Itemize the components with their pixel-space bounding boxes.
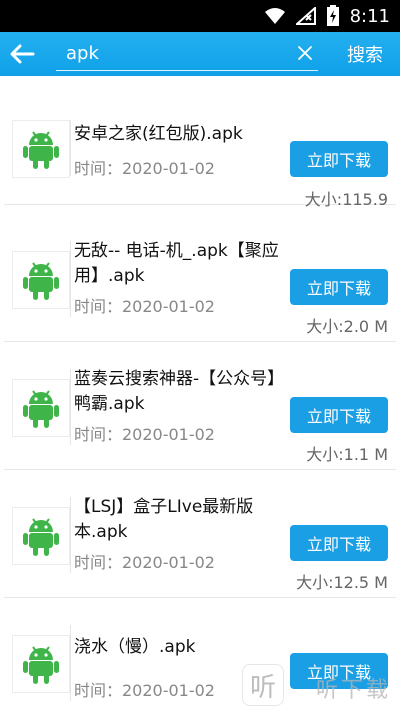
divider (70, 497, 71, 573)
back-button[interactable] (6, 38, 38, 70)
app-time: 时间：2020-01-02 (74, 425, 215, 444)
app-size: 大小:1.1 M (306, 445, 388, 464)
android-icon (23, 390, 59, 428)
arrow-left-icon (10, 44, 35, 64)
app-time: 时间：2020-01-02 (74, 553, 215, 572)
close-icon (298, 46, 312, 60)
clear-search-button[interactable] (294, 42, 316, 64)
app-name: 蓝奏云搜索神器-【公众号】鸭霸.apk (74, 369, 276, 414)
divider (70, 120, 71, 176)
app-size: 大小:2.0 M (306, 317, 388, 336)
app-size: 大小:12.5 M (296, 573, 388, 592)
app-time: 时间：2020-01-02 (74, 681, 215, 700)
app-thumbnail (12, 507, 70, 565)
watermark-text: 听下载 (316, 678, 392, 703)
app-thumbnail (12, 251, 70, 309)
list-item[interactable]: 无敌-- 电话-机_.apk【聚应用】.apk 时间：2020-01-02 立即… (4, 213, 396, 342)
search-button[interactable]: 搜索 (338, 38, 392, 70)
app-name: 浇水（慢）.apk (74, 637, 196, 657)
wifi-icon (264, 8, 285, 24)
download-button[interactable]: 立即下载 (290, 269, 388, 305)
app-time: 时间：2020-01-02 (74, 297, 215, 316)
watermark-logo: 听 (242, 664, 284, 706)
status-icons: 8:11 (264, 0, 390, 32)
watermark: 听 听下载 (240, 662, 400, 711)
search-input[interactable] (56, 38, 296, 68)
android-icon (23, 131, 59, 169)
app-time: 时间：2020-01-02 (74, 159, 215, 178)
android-icon (23, 646, 59, 684)
app-thumbnail (12, 379, 70, 437)
download-button[interactable]: 立即下载 (290, 397, 388, 433)
list-item[interactable]: 【LSJ】盒子LIve最新版本.apk 时间：2020-01-02 立即下载 大… (4, 469, 396, 598)
list-item[interactable]: 蓝奏云搜索神器-【公众号】鸭霸.apk 时间：2020-01-02 立即下载 大… (4, 341, 396, 470)
download-button[interactable]: 立即下载 (290, 141, 388, 177)
app-thumbnail (12, 635, 70, 693)
divider (70, 241, 71, 317)
status-bar: 8:11 (0, 0, 400, 32)
app-size: 大小:115.9 (304, 190, 388, 209)
search-field (56, 38, 318, 71)
list-item[interactable]: 安卓之家(红包版).apk 时间：2020-01-02 立即下载 大小:115.… (4, 76, 396, 209)
battery-icon (326, 5, 339, 26)
app-name: 安卓之家(红包版).apk (74, 124, 243, 144)
divider (70, 625, 71, 701)
app-name: 无敌-- 电话-机_.apk【聚应用】.apk (74, 241, 279, 286)
divider (70, 369, 71, 445)
app-thumbnail (12, 120, 70, 178)
search-toolbar: 搜索 (0, 32, 400, 76)
signal-icon (295, 7, 316, 25)
download-button[interactable]: 立即下载 (290, 525, 388, 561)
app-name: 【LSJ】盒子LIve最新版本.apk (74, 497, 254, 542)
status-time: 8:11 (349, 5, 390, 27)
android-icon (23, 518, 59, 556)
android-icon (23, 262, 59, 300)
